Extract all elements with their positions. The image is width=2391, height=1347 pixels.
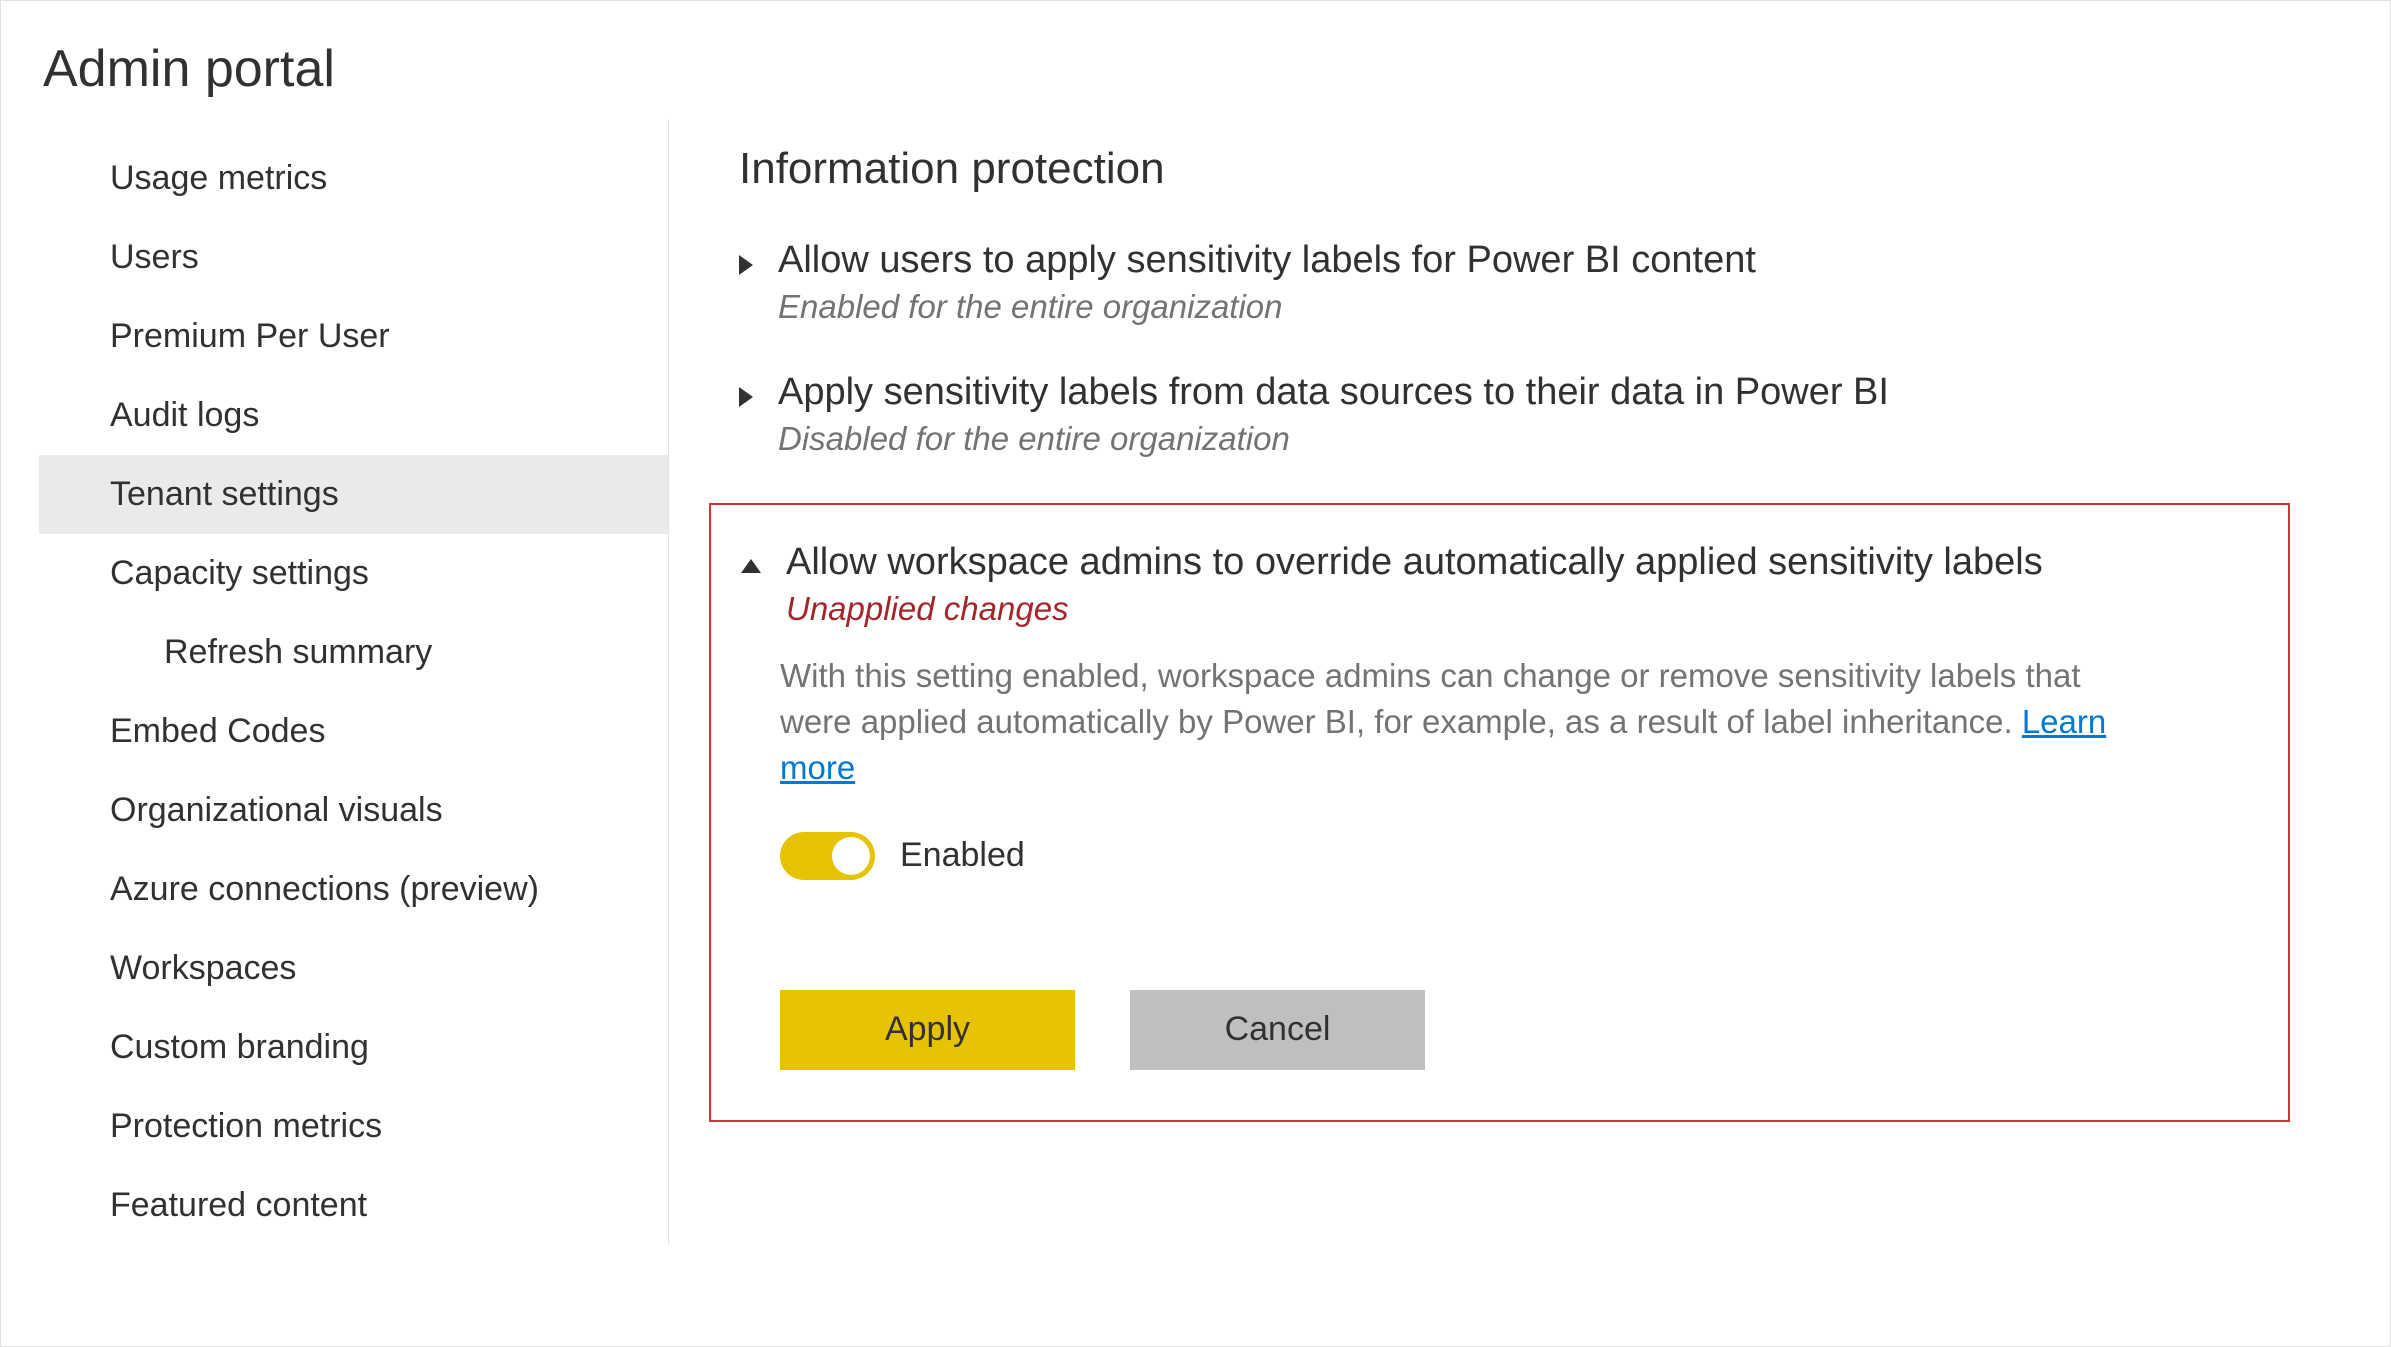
chevron-up-icon <box>741 559 761 573</box>
setting-status: Enabled for the entire organization <box>778 288 1756 326</box>
sidebar-item-azure-connections[interactable]: Azure connections (preview) <box>39 850 668 929</box>
button-row: Apply Cancel <box>780 990 2258 1070</box>
sidebar-item-audit-logs[interactable]: Audit logs <box>39 376 668 455</box>
sidebar-item-users[interactable]: Users <box>39 218 668 297</box>
setting-header[interactable]: Apply sensitivity labels from data sourc… <box>739 371 2310 458</box>
sidebar-item-premium-per-user[interactable]: Premium Per User <box>39 297 668 376</box>
setting-description: With this setting enabled, workspace adm… <box>780 653 2110 792</box>
sidebar-item-protection-metrics[interactable]: Protection metrics <box>39 1087 668 1166</box>
setting-apply-labels-from-sources: Apply sensitivity labels from data sourc… <box>739 371 2310 458</box>
cancel-button[interactable]: Cancel <box>1130 990 1425 1070</box>
setting-description-text: With this setting enabled, workspace adm… <box>780 657 2081 740</box>
setting-title: Allow users to apply sensitivity labels … <box>778 239 1756 282</box>
setting-text: Allow workspace admins to override autom… <box>786 541 2043 628</box>
toggle-label: Enabled <box>900 836 1025 875</box>
setting-allow-override-labels-highlight: Allow workspace admins to override autom… <box>709 503 2290 1122</box>
chevron-right-icon <box>739 255 753 275</box>
sidebar: Usage metrics Users Premium Per User Aud… <box>39 119 669 1245</box>
page-title: Admin portal <box>1 1 2390 119</box>
toggle-row: Enabled <box>780 832 2258 880</box>
sidebar-item-custom-branding[interactable]: Custom branding <box>39 1008 668 1087</box>
sidebar-item-organizational-visuals[interactable]: Organizational visuals <box>39 771 668 850</box>
setting-status: Disabled for the entire organization <box>778 420 1889 458</box>
setting-title: Allow workspace admins to override autom… <box>786 541 2043 584</box>
setting-text: Apply sensitivity labels from data sourc… <box>778 371 1889 458</box>
main-content: Information protection Allow users to ap… <box>669 119 2390 1245</box>
setting-text: Allow users to apply sensitivity labels … <box>778 239 1756 326</box>
section-title: Information protection <box>739 144 2310 194</box>
apply-button[interactable]: Apply <box>780 990 1075 1070</box>
chevron-right-icon <box>739 387 753 407</box>
sidebar-subitem-refresh-summary[interactable]: Refresh summary <box>39 613 668 692</box>
toggle-knob <box>832 837 870 875</box>
setting-allow-users-apply-labels: Allow users to apply sensitivity labels … <box>739 239 2310 326</box>
sidebar-item-capacity-settings[interactable]: Capacity settings <box>39 534 668 613</box>
sidebar-item-embed-codes[interactable]: Embed Codes <box>39 692 668 771</box>
admin-portal-frame: Admin portal Usage metrics Users Premium… <box>0 0 2391 1347</box>
sidebar-item-usage-metrics[interactable]: Usage metrics <box>39 139 668 218</box>
content-wrapper: Usage metrics Users Premium Per User Aud… <box>1 119 2390 1245</box>
sidebar-item-tenant-settings[interactable]: Tenant settings <box>39 455 668 534</box>
enabled-toggle[interactable] <box>780 832 875 880</box>
setting-status-unapplied: Unapplied changes <box>786 590 2043 628</box>
setting-title: Apply sensitivity labels from data sourc… <box>778 371 1889 414</box>
sidebar-item-featured-content[interactable]: Featured content <box>39 1166 668 1245</box>
sidebar-item-workspaces[interactable]: Workspaces <box>39 929 668 1008</box>
setting-header[interactable]: Allow users to apply sensitivity labels … <box>739 239 2310 326</box>
setting-header[interactable]: Allow workspace admins to override autom… <box>741 541 2258 628</box>
